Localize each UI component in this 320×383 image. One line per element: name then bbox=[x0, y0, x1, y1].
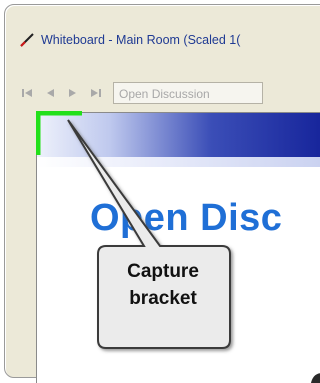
callout-label: Capture bracket bbox=[100, 258, 226, 312]
callout bbox=[67, 119, 231, 349]
callout-line-1: Capture bbox=[127, 261, 199, 282]
capture-bracket-icon bbox=[36, 111, 82, 155]
callout-line-2: bracket bbox=[129, 288, 197, 309]
callout-bubble bbox=[67, 119, 231, 349]
